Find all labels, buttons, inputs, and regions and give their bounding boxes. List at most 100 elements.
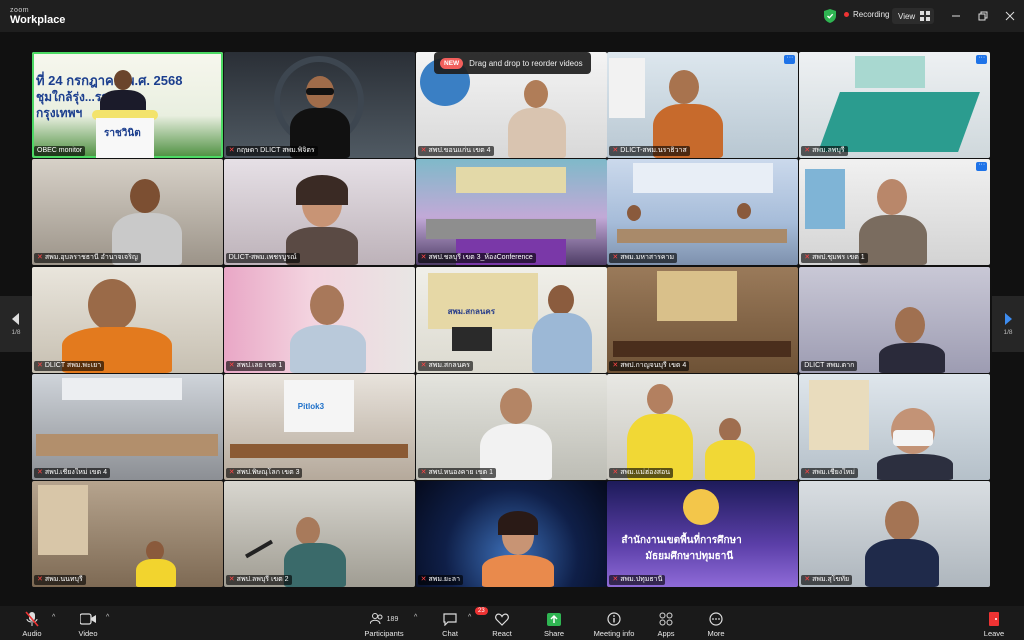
participant-label: สพม.สุโขทัย — [812, 576, 850, 584]
muted-mic-icon: ✕ — [228, 468, 235, 476]
minimize-icon[interactable] — [950, 10, 962, 22]
banner-text: กรุงเทพฯ — [36, 106, 83, 120]
video-tile[interactable]: ✕ สพม.แม่ฮ่องสอน — [607, 373, 799, 480]
participant-name: OBEC monitor — [34, 146, 86, 156]
person-head — [88, 278, 136, 331]
participant-name: ✕ สพป.กาญจนบุรี เขต 4 — [609, 360, 690, 371]
view-label: View — [898, 11, 916, 21]
leave-door-icon — [989, 612, 999, 626]
participant-name: ✕ สพม.สุโขทัย — [801, 575, 853, 586]
person-head — [523, 80, 548, 108]
person-head — [114, 70, 132, 90]
participant-name: ✕ สพป.ชุมพร เขต 1 — [801, 253, 868, 264]
muted-mic-icon: ✕ — [37, 468, 43, 476]
more-options-icon[interactable]: ··· — [784, 54, 796, 64]
meeting-info-label: Meeting info — [593, 629, 635, 638]
video-tile[interactable]: ✕ สพม.นนทบุรี — [32, 481, 223, 588]
video-tile[interactable]: ✕ สพป.ชลบุรี เขต 3_ห้องConference — [415, 159, 607, 266]
muted-microphone-icon — [25, 611, 39, 627]
apps-label: Apps — [657, 629, 675, 638]
video-tile[interactable]: ✕ สพม.เชียงใหม่ — [799, 373, 991, 480]
participant-label: สพม.นนทบุรี — [44, 576, 83, 584]
leave-button[interactable]: Leave — [964, 610, 1024, 638]
share-screen-icon — [547, 612, 561, 626]
video-tile[interactable]: ✕ สพม.อุบลราชธานี อำนาจเจริญ — [32, 159, 223, 266]
participant-name: ✕ สพม.นนทบุรี — [34, 575, 86, 586]
shelf-decoration — [809, 379, 870, 450]
participant-name: ✕ สพม.สกลนคร — [417, 360, 473, 371]
restore-icon[interactable] — [977, 10, 989, 22]
participant-label: สพป.พิษณุโลก เขต 3 — [236, 468, 300, 476]
more-button[interactable]: More — [686, 610, 746, 638]
recording-indicator[interactable]: Recording — [844, 10, 889, 19]
hair — [497, 511, 538, 536]
chat-options-caret-icon[interactable]: ^ — [468, 614, 471, 621]
participant-label: DLICT-สพม.นราธิวาส — [620, 147, 687, 154]
view-button[interactable]: View — [892, 8, 935, 24]
audio-options-caret-icon[interactable]: ^ — [52, 614, 55, 621]
chevron-left-icon — [12, 312, 19, 325]
stage-backdrop — [455, 167, 566, 194]
recording-dot-icon — [844, 12, 849, 17]
brand-name: Workplace — [10, 13, 66, 26]
person-body — [877, 453, 954, 480]
video-tile[interactable]: ✕ สพป.เลย เขต 1 — [223, 266, 415, 373]
video-tile[interactable]: ··· ✕ DLICT-สพม.นราธิวาส — [607, 52, 799, 158]
video-tile[interactable]: DLICT-สพม.เพชรบูรณ์ — [223, 159, 415, 266]
apps-icon — [659, 612, 673, 626]
banner-text: สำนักงานเขตพื้นที่การศึกษา — [621, 535, 742, 547]
participant-label: DLICT-สพม.เพชรบูรณ์ — [228, 254, 297, 262]
more-options-icon[interactable]: ··· — [976, 54, 988, 64]
person-body — [507, 108, 566, 158]
next-page-button[interactable]: 1/8 — [992, 296, 1024, 352]
video-tile[interactable]: ✕ สพป.กาญจนบุรี เขต 4 — [607, 266, 799, 373]
participant-label: สพป.หนองคาย เขต 1 — [428, 468, 493, 476]
muted-mic-icon: ✕ — [420, 576, 427, 584]
page-indicator-left: 1/8 — [11, 328, 21, 336]
participant-label: สพม.แม่ฮ่องสอน — [620, 468, 670, 476]
participants-options-caret-icon[interactable]: ^ — [414, 614, 417, 621]
person-body — [136, 559, 176, 588]
person-head — [547, 284, 574, 315]
app-logo: zoom Workplace — [10, 7, 65, 26]
participants-count: 189 — [386, 615, 399, 623]
video-tile[interactable]: ✕ สพม.มหาสารคาม — [607, 159, 799, 266]
person-head — [130, 179, 160, 214]
video-tile[interactable]: ··· ✕ สพป.ชุมพร เขต 1 — [799, 159, 991, 266]
person-body — [531, 312, 592, 373]
share-button[interactable]: Share — [524, 610, 584, 638]
participant-label: สพม.ยะลา — [428, 576, 460, 584]
video-tile[interactable]: ที่ 24 กรกฎาคม พ.ศ. 2568 ชุมใกล้รุ่ง...ร… — [32, 52, 223, 158]
react-button[interactable]: React — [472, 610, 532, 638]
more-options-icon[interactable]: ··· — [976, 161, 988, 172]
video-tile[interactable]: ✕ สพป.ลพบุรี เขต 2 — [223, 481, 415, 588]
video-tile[interactable]: ✕ DLICT สพม.พะเยา — [32, 266, 223, 373]
video-tile[interactable]: ✕ กฤษดา DLICT สพม.พิจิตร — [223, 52, 415, 158]
encryption-shield-icon[interactable] — [824, 9, 836, 23]
video-tile[interactable]: ✕ สพป.เชียงใหม่ เขต 4 — [32, 373, 223, 480]
video-tile[interactable]: สพม.สกลนคร ✕ สพม.สกลนคร — [415, 266, 607, 373]
muted-mic-icon: ✕ — [37, 361, 43, 369]
video-tile[interactable]: ··· ✕ สพม.ลพบุรี — [799, 52, 991, 158]
previous-page-button[interactable]: 1/8 — [0, 296, 32, 352]
participant-label: สพม.อุบลราชธานี อำนาจเจริญ — [44, 254, 138, 262]
share-label: Share — [543, 629, 564, 638]
participants-icon — [369, 613, 383, 625]
video-tile[interactable]: สำนักงานเขตพื้นที่การศึกษา มัธยมศึกษาปทุ… — [607, 481, 799, 588]
video-tile[interactable]: ✕ สพม.ยะลา — [415, 481, 607, 588]
office-emblem-icon — [683, 489, 720, 526]
video-tile[interactable]: ✕ สพม.สุโขทัย — [799, 481, 991, 588]
video-tile[interactable]: Pitlok3 ✕ สพป.พิษณุโลก เขต 3 — [223, 373, 415, 480]
hair — [295, 175, 348, 206]
participant-label: สพม.มหาสารคาม — [620, 254, 675, 262]
close-icon[interactable] — [1004, 10, 1016, 22]
participants-button[interactable]: 189 Participants — [354, 610, 414, 638]
meeting-info-button[interactable]: Meeting info — [584, 610, 644, 638]
muted-mic-icon: ✕ — [612, 361, 619, 369]
participant-label: สพป.เชียงใหม่ เขต 4 — [44, 468, 107, 476]
video-tile[interactable]: ✕ สพป.หนองคาย เขต 1 — [415, 373, 607, 480]
participant-name: ✕ สพป.ชลบุรี เขต 3_ห้องConference — [417, 253, 536, 264]
conference-table — [613, 340, 792, 357]
video-tile[interactable]: DLICT สพม.ตาก — [799, 266, 991, 373]
video-options-caret-icon[interactable]: ^ — [106, 614, 109, 621]
